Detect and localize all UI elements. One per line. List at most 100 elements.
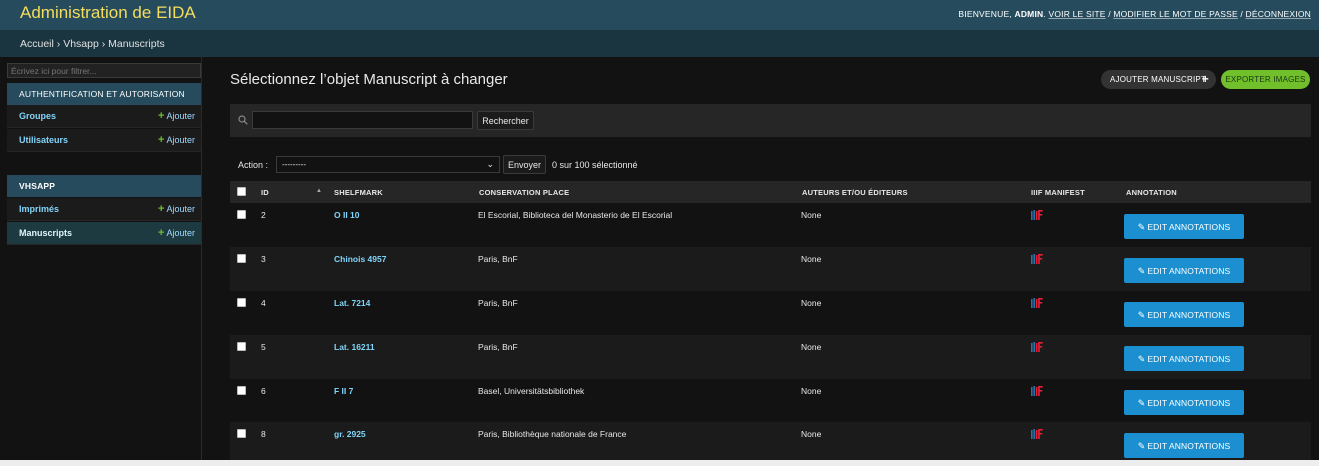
- search-icon: [238, 115, 248, 125]
- row-checkbox[interactable]: [237, 342, 246, 351]
- add-utilisateurs-link[interactable]: + Ajouter: [158, 134, 195, 146]
- edit-icon: ✎: [1137, 398, 1146, 408]
- cell-authors: None: [801, 342, 822, 352]
- column-header-id[interactable]: ID: [261, 188, 269, 197]
- cell-authors: None: [801, 210, 822, 220]
- plus-icon: +: [158, 227, 165, 239]
- cell-conservation-place: Paris, BnF: [478, 298, 518, 308]
- table-row: 3 Chinois 4957 Paris, BnF None ✎ Edit annotat…: [230, 247, 1311, 291]
- edit-annotations-label: Edit annotations: [1147, 441, 1231, 451]
- cell-shelfmark-link[interactable]: O II 10: [334, 210, 360, 220]
- table-row: 5 Lat. 16211 Paris, BnF None ✎ Edit annotatio…: [230, 335, 1311, 379]
- iiif-icon[interactable]: [1031, 428, 1043, 439]
- iiif-icon[interactable]: [1031, 253, 1043, 264]
- edit-icon: ✎: [1137, 266, 1146, 276]
- sidebar-item-groupes[interactable]: Groupes + Ajouter: [7, 105, 201, 128]
- export-images-button[interactable]: Exporter images: [1221, 70, 1310, 89]
- sidebar-item-manuscripts[interactable]: Manuscripts + Ajouter: [7, 222, 201, 245]
- column-header-authors: Auteurs et/ou éditeurs: [802, 188, 908, 197]
- table-row: 6 F II 7 Basel, Universitätsbibliothek None…: [230, 379, 1311, 423]
- cell-shelfmark-link[interactable]: F II 7: [334, 386, 353, 396]
- username: admin: [1014, 9, 1044, 19]
- cell-id: 8: [261, 429, 266, 439]
- edit-annotations-button[interactable]: ✎ Edit annotations: [1124, 390, 1244, 415]
- add-manuscripts-link[interactable]: + Ajouter: [158, 227, 195, 239]
- app-caption-auth[interactable]: Authentification et autorisation: [7, 83, 201, 105]
- edit-annotations-button[interactable]: ✎ Edit annotations: [1124, 302, 1244, 327]
- column-header-shelfmark[interactable]: Shelfmark: [334, 188, 383, 197]
- breadcrumb-current: Manuscripts: [108, 38, 165, 50]
- go-button[interactable]: Envoyer: [503, 155, 546, 174]
- add-manuscript-label: Ajouter Manuscript: [1110, 75, 1207, 84]
- breadcrumb-app[interactable]: Vhsapp: [63, 38, 99, 50]
- sidebar-item-utilisateurs[interactable]: Utilisateurs + Ajouter: [7, 129, 201, 152]
- change-password-link[interactable]: Modifier le mot de passe: [1113, 9, 1237, 19]
- edit-annotations-button[interactable]: ✎ Edit annotations: [1124, 433, 1244, 458]
- add-groupes-link[interactable]: + Ajouter: [158, 110, 195, 122]
- sidebar-item-label[interactable]: Manuscripts: [19, 228, 72, 238]
- welcome-text: Bienvenue,: [958, 9, 1012, 19]
- sidebar-item-imprimes[interactable]: Imprimés + Ajouter: [7, 198, 201, 221]
- selection-counter: 0 sur 100 sélectionné: [552, 160, 638, 170]
- cell-shelfmark-link[interactable]: gr. 2925: [334, 429, 366, 439]
- row-checkbox[interactable]: [237, 386, 246, 395]
- edit-annotations-button[interactable]: ✎ Edit annotations: [1124, 346, 1244, 371]
- cell-id: 6: [261, 386, 266, 396]
- iiif-icon[interactable]: [1031, 297, 1043, 308]
- edit-annotations-label: Edit annotations: [1147, 398, 1231, 408]
- cell-id: 3: [261, 254, 266, 264]
- breadcrumb-separator: ›: [101, 38, 106, 50]
- search-button[interactable]: Rechercher: [477, 111, 534, 130]
- add-label: Ajouter: [166, 204, 195, 214]
- sidebar-item-label[interactable]: Imprimés: [19, 204, 59, 214]
- logout-link[interactable]: Déconnexion: [1246, 9, 1312, 19]
- breadcrumb: Accueil › Vhsapp › Manuscripts: [0, 30, 1319, 57]
- cell-authors: None: [801, 254, 822, 264]
- horizontal-scrollbar[interactable]: [0, 460, 1319, 466]
- edit-annotations-label: Edit annotations: [1147, 266, 1231, 276]
- search-input[interactable]: [252, 111, 473, 129]
- column-header-conservation-place[interactable]: Conservation place: [479, 188, 569, 197]
- row-checkbox[interactable]: [237, 254, 246, 263]
- breadcrumb-home[interactable]: Accueil: [20, 38, 54, 50]
- page-title: Sélectionnez l’objet Manuscript à change…: [230, 71, 508, 88]
- cell-authors: None: [801, 386, 822, 396]
- action-select[interactable]: --------- ⌄: [276, 156, 500, 173]
- add-label: Ajouter: [166, 135, 195, 145]
- chevron-down-icon: ⌄: [486, 159, 494, 169]
- row-checkbox[interactable]: [237, 429, 246, 438]
- site-title[interactable]: Administration de EIDA: [20, 3, 196, 23]
- iiif-icon[interactable]: [1031, 385, 1043, 396]
- iiif-icon[interactable]: [1031, 341, 1043, 352]
- sort-asc-icon[interactable]: ▲: [316, 188, 322, 194]
- plus-icon: +: [1201, 72, 1209, 86]
- edit-annotations-button[interactable]: ✎ Edit annotations: [1124, 258, 1244, 283]
- add-imprimes-link[interactable]: + Ajouter: [158, 203, 195, 215]
- edit-annotations-label: Edit annotations: [1147, 222, 1231, 232]
- plus-icon: +: [158, 110, 165, 122]
- iiif-icon[interactable]: [1031, 209, 1043, 220]
- cell-shelfmark-link[interactable]: Chinois 4957: [334, 254, 386, 264]
- sidebar-item-label[interactable]: Utilisateurs: [19, 135, 68, 145]
- column-header-iiif: IIIF Manifest: [1031, 188, 1085, 197]
- row-checkbox[interactable]: [237, 298, 246, 307]
- row-checkbox[interactable]: [237, 210, 246, 219]
- sidebar-item-label[interactable]: Groupes: [19, 111, 56, 121]
- user-tools: Bienvenue, admin. Voir le site / Modifie…: [958, 9, 1311, 19]
- add-manuscript-button[interactable]: Ajouter Manuscript +: [1101, 70, 1216, 89]
- edit-annotations-button[interactable]: ✎ Edit annotations: [1124, 214, 1244, 239]
- column-header-annotation: Annotation: [1126, 188, 1177, 197]
- view-site-link[interactable]: Voir le site: [1048, 9, 1105, 19]
- edit-annotations-label: Edit annotations: [1147, 354, 1231, 364]
- cell-authors: None: [801, 298, 822, 308]
- cell-id: 4: [261, 298, 266, 308]
- cell-shelfmark-link[interactable]: Lat. 7214: [334, 298, 370, 308]
- separator: /: [1240, 9, 1243, 19]
- app-caption-vhsapp[interactable]: VHSAPP: [7, 175, 201, 197]
- action-selected-value: ---------: [282, 160, 306, 169]
- cell-shelfmark-link[interactable]: Lat. 16211: [334, 342, 375, 352]
- cell-conservation-place: Paris, BnF: [478, 342, 518, 352]
- nav-filter-input[interactable]: [7, 63, 201, 78]
- select-all-checkbox[interactable]: [237, 187, 246, 196]
- cell-authors: None: [801, 429, 822, 439]
